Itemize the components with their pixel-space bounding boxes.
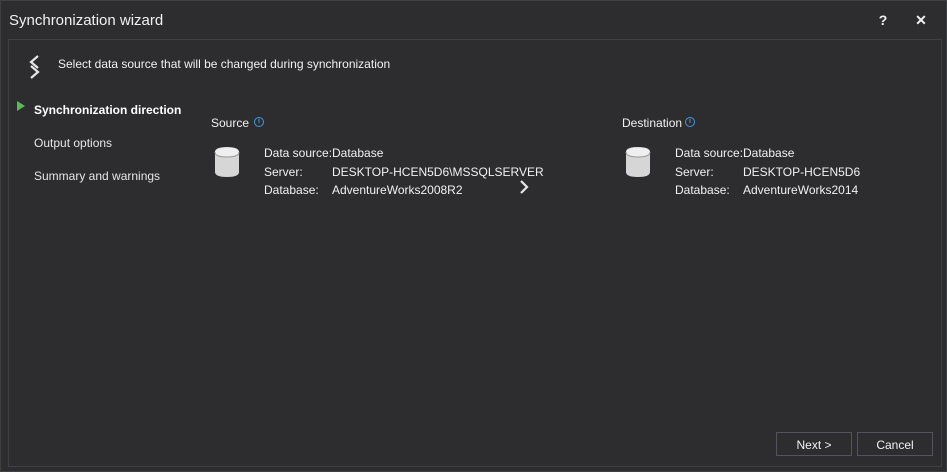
wizard-panel: Select data source that will be changed … xyxy=(8,39,942,467)
destination-row-data-source: Data source:Database xyxy=(675,146,795,160)
destination-row-database: Database: AdventureWorks2014 xyxy=(675,183,859,197)
source-title: Source xyxy=(211,116,250,130)
cancel-button[interactable]: Cancel xyxy=(857,432,933,456)
destination-database-icon xyxy=(625,147,651,177)
help-button[interactable]: ? xyxy=(872,10,894,30)
source-row-data-source: Data source:Database xyxy=(264,146,384,160)
close-button[interactable]: ✕ xyxy=(910,10,932,30)
nav-item-output-options[interactable]: Output options xyxy=(34,136,112,150)
window-title: Synchronization wizard xyxy=(9,12,164,29)
collapse-toggle-icon[interactable] xyxy=(27,54,41,80)
nav-item-synchronization-direction[interactable]: Synchronization direction xyxy=(34,103,181,117)
source-row-database: Database: AdventureWorks2008R2 xyxy=(264,183,463,197)
direction-arrow-icon[interactable] xyxy=(517,179,531,195)
source-row-server: Server: DESKTOP-HCEN5D6\MSSQLSERVER xyxy=(264,164,544,179)
source-info-icon[interactable]: i xyxy=(254,117,264,127)
source-details: Data source:Database Server: DESKTOP-HCEN… xyxy=(264,144,544,200)
destination-title: Destination xyxy=(622,116,683,130)
destination-row-server: Server: DESKTOP-HCEN5D6 xyxy=(675,164,861,179)
wizard-window: Synchronization wizard ? ✕ Select data s… xyxy=(0,0,947,472)
step-description: Select data source that will be changed … xyxy=(58,57,391,71)
destination-details: Data source:Database Server: DESKTOP-HCEN… xyxy=(675,144,860,200)
title-bar: Synchronization wizard ? ✕ xyxy=(1,1,946,39)
active-step-arrow-icon xyxy=(17,101,25,111)
next-button[interactable]: Next > xyxy=(776,432,852,456)
destination-info-icon[interactable]: i xyxy=(685,117,695,127)
source-database-icon xyxy=(214,147,240,177)
nav-item-summary-and-warnings[interactable]: Summary and warnings xyxy=(34,169,160,183)
